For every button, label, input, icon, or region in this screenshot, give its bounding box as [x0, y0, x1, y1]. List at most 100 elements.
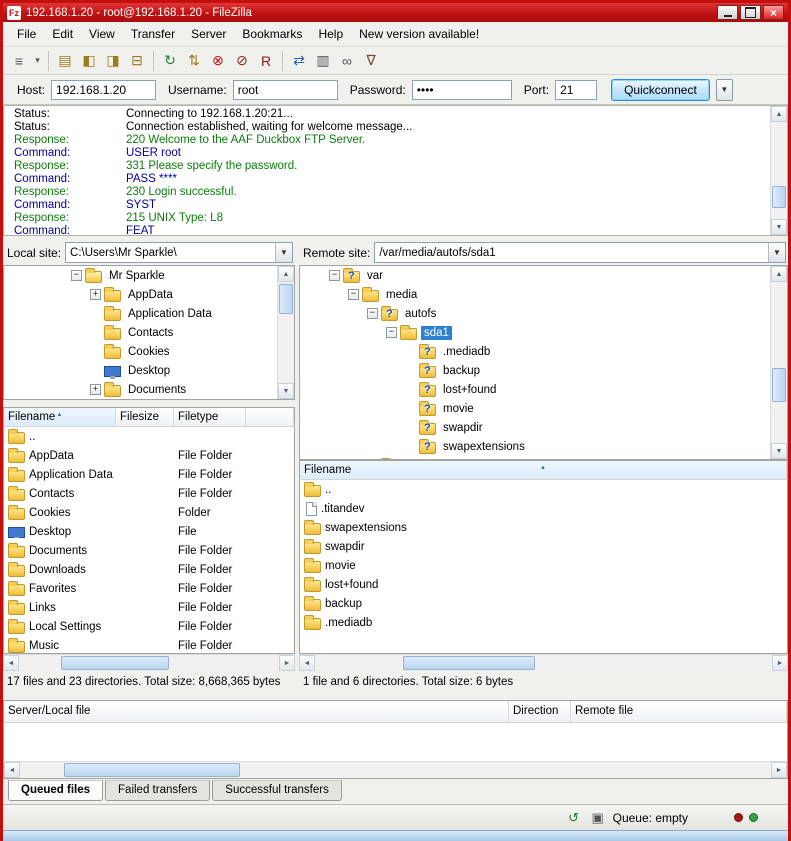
tree-item[interactable]: Application Data: [4, 304, 294, 323]
scrollbar-track[interactable]: [20, 762, 771, 778]
menu-item[interactable]: Edit: [44, 24, 81, 44]
toggle-local-tree-button[interactable]: ◧: [77, 50, 101, 72]
file-row[interactable]: Contacts File Folder: [4, 484, 294, 503]
scrollbar-thumb[interactable]: [772, 368, 786, 402]
tab-failed-transfers[interactable]: Failed transfers: [105, 780, 210, 801]
site-manager-dropdown[interactable]: ▾: [31, 50, 44, 72]
tree-expander-icon[interactable]: [348, 289, 359, 300]
tree-expander-icon[interactable]: [367, 308, 378, 319]
port-input[interactable]: [555, 80, 597, 100]
cancel-operation-button[interactable]: ⊗: [206, 50, 230, 72]
remote-tree-scrollbar[interactable]: [770, 266, 787, 459]
scroll-up-icon[interactable]: [278, 266, 294, 282]
menu-item[interactable]: Help: [310, 24, 351, 44]
toggle-queue-button[interactable]: ⊟: [125, 50, 149, 72]
username-input[interactable]: [233, 80, 338, 100]
tree-item[interactable]: lost+found: [300, 380, 787, 399]
chevron-down-icon[interactable]: ▼: [768, 243, 785, 262]
file-row[interactable]: swapextensions: [300, 518, 787, 537]
file-row[interactable]: AppData File Folder: [4, 446, 294, 465]
scrollbar-track[interactable]: [278, 282, 294, 383]
tree-item[interactable]: .mediadb: [300, 342, 787, 361]
scroll-left-icon[interactable]: [299, 655, 315, 671]
menu-item[interactable]: View: [81, 24, 123, 44]
password-input[interactable]: [412, 80, 512, 100]
file-row[interactable]: Music File Folder: [4, 636, 294, 654]
file-row[interactable]: Local Settings File Folder: [4, 617, 294, 636]
scroll-down-icon[interactable]: [771, 219, 787, 235]
tree-item[interactable]: Contacts: [4, 323, 294, 342]
synchronized-browsing-button[interactable]: ▥: [311, 50, 335, 72]
titlebar[interactable]: Fz 192.168.1.20 - root@192.168.1.20 - Fi…: [3, 3, 788, 22]
minimize-button[interactable]: [717, 5, 738, 20]
scrollbar-thumb[interactable]: [61, 656, 169, 670]
column-header-remote-file[interactable]: Remote file: [571, 701, 787, 722]
scroll-right-icon[interactable]: [771, 762, 787, 778]
quickconnect-dropdown[interactable]: ▼: [716, 79, 733, 101]
directory-filters-button[interactable]: ∇: [359, 50, 383, 72]
find-files-button[interactable]: ∞: [335, 50, 359, 72]
tree-item[interactable]: Downloads: [4, 399, 294, 400]
scrollbar-track[interactable]: [315, 655, 772, 671]
file-row[interactable]: movie: [300, 556, 787, 575]
column-header-server-local-file[interactable]: Server/Local file: [4, 701, 509, 722]
menu-item[interactable]: Server: [183, 24, 234, 44]
disconnect-button[interactable]: ⊘: [230, 50, 254, 72]
tree-item[interactable]: var: [300, 266, 787, 285]
toggle-remote-tree-button[interactable]: ◨: [101, 50, 125, 72]
tree-expander-icon[interactable]: [71, 270, 82, 281]
local-list-hscrollbar[interactable]: [3, 654, 295, 671]
maximize-button[interactable]: [740, 5, 761, 20]
reconnect-button[interactable]: R: [254, 50, 278, 72]
tab-queued-files[interactable]: Queued files: [8, 780, 103, 801]
file-row[interactable]: .mediadb: [300, 613, 787, 632]
scrollbar-track[interactable]: [771, 282, 787, 443]
column-header-filetype[interactable]: Filetype: [174, 408, 246, 426]
tree-item[interactable]: Documents: [4, 380, 294, 399]
tree-expander-icon[interactable]: [329, 270, 340, 281]
file-row[interactable]: backup: [300, 594, 787, 613]
scroll-down-icon[interactable]: [278, 383, 294, 399]
column-header-filename[interactable]: Filename: [300, 461, 787, 479]
tree-expander-icon[interactable]: [90, 289, 101, 300]
column-header-filesize[interactable]: Filesize: [116, 408, 174, 426]
remote-list-hscrollbar[interactable]: [299, 654, 788, 671]
menu-item[interactable]: File: [9, 24, 44, 44]
tab-successful-transfers[interactable]: Successful transfers: [212, 780, 342, 801]
site-manager-button[interactable]: ≡: [7, 50, 31, 72]
scrollbar-thumb[interactable]: [772, 186, 786, 208]
file-row[interactable]: ..: [300, 480, 787, 499]
file-row[interactable]: lost+found: [300, 575, 787, 594]
local-tree-scrollbar[interactable]: [277, 266, 294, 399]
column-header-filename[interactable]: Filename: [4, 408, 116, 426]
toggle-message-log-button[interactable]: ▤: [53, 50, 77, 72]
local-site-combobox[interactable]: C:\Users\Mr Sparkle\ ▼: [65, 242, 293, 263]
file-row[interactable]: Application Data File Folder: [4, 465, 294, 484]
tree-item[interactable]: Desktop: [4, 361, 294, 380]
menu-item[interactable]: Transfer: [123, 24, 183, 44]
remote-site-combobox[interactable]: /var/media/autofs/sda1 ▼: [374, 242, 786, 263]
scroll-up-icon[interactable]: [771, 106, 787, 122]
scrollbar-track[interactable]: [19, 655, 279, 671]
scroll-left-icon[interactable]: [4, 762, 20, 778]
tree-item[interactable]: swapdir: [300, 418, 787, 437]
tree-item[interactable]: backup: [300, 361, 787, 380]
directory-comparison-button[interactable]: ⇄: [287, 50, 311, 72]
file-row[interactable]: Downloads File Folder: [4, 560, 294, 579]
scroll-up-icon[interactable]: [771, 266, 787, 282]
scrollbar-thumb[interactable]: [64, 763, 240, 777]
menu-item[interactable]: New version available!: [351, 24, 487, 44]
tree-expander-icon[interactable]: [90, 384, 101, 395]
scrollbar-thumb[interactable]: [279, 284, 293, 314]
tree-item[interactable]: AppData: [4, 285, 294, 304]
process-queue-button[interactable]: ⇅: [182, 50, 206, 72]
file-row[interactable]: ..: [4, 427, 294, 446]
file-row[interactable]: swapdir: [300, 537, 787, 556]
tree-item[interactable]: sda1: [300, 323, 787, 342]
tree-item[interactable]: Cookies: [4, 342, 294, 361]
tree-item[interactable]: swapextensions: [300, 437, 787, 456]
tree-item[interactable]: media: [300, 285, 787, 304]
menu-item[interactable]: Bookmarks: [234, 24, 310, 44]
scrollbar-thumb[interactable]: [403, 656, 535, 670]
host-input[interactable]: [51, 80, 156, 100]
